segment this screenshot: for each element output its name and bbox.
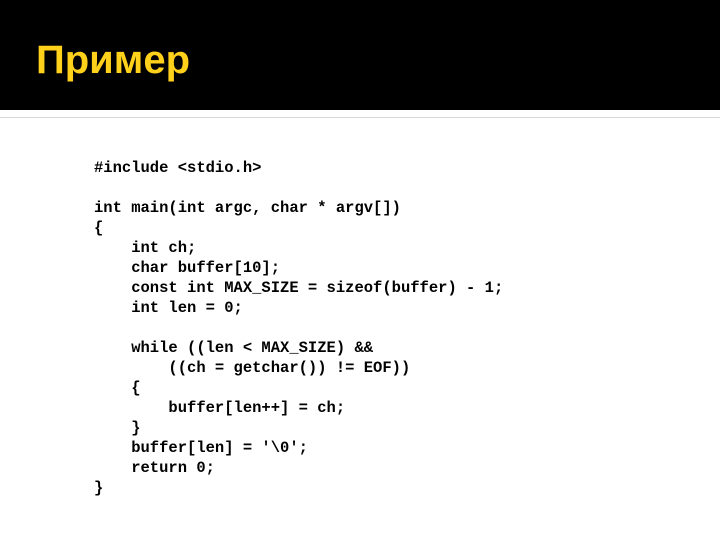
page-title: Пример [36, 38, 191, 82]
slide: Пример #include <stdio.h> int main(int a… [0, 0, 720, 540]
divider [0, 117, 720, 118]
code-listing: #include <stdio.h> int main(int argc, ch… [94, 158, 504, 497]
